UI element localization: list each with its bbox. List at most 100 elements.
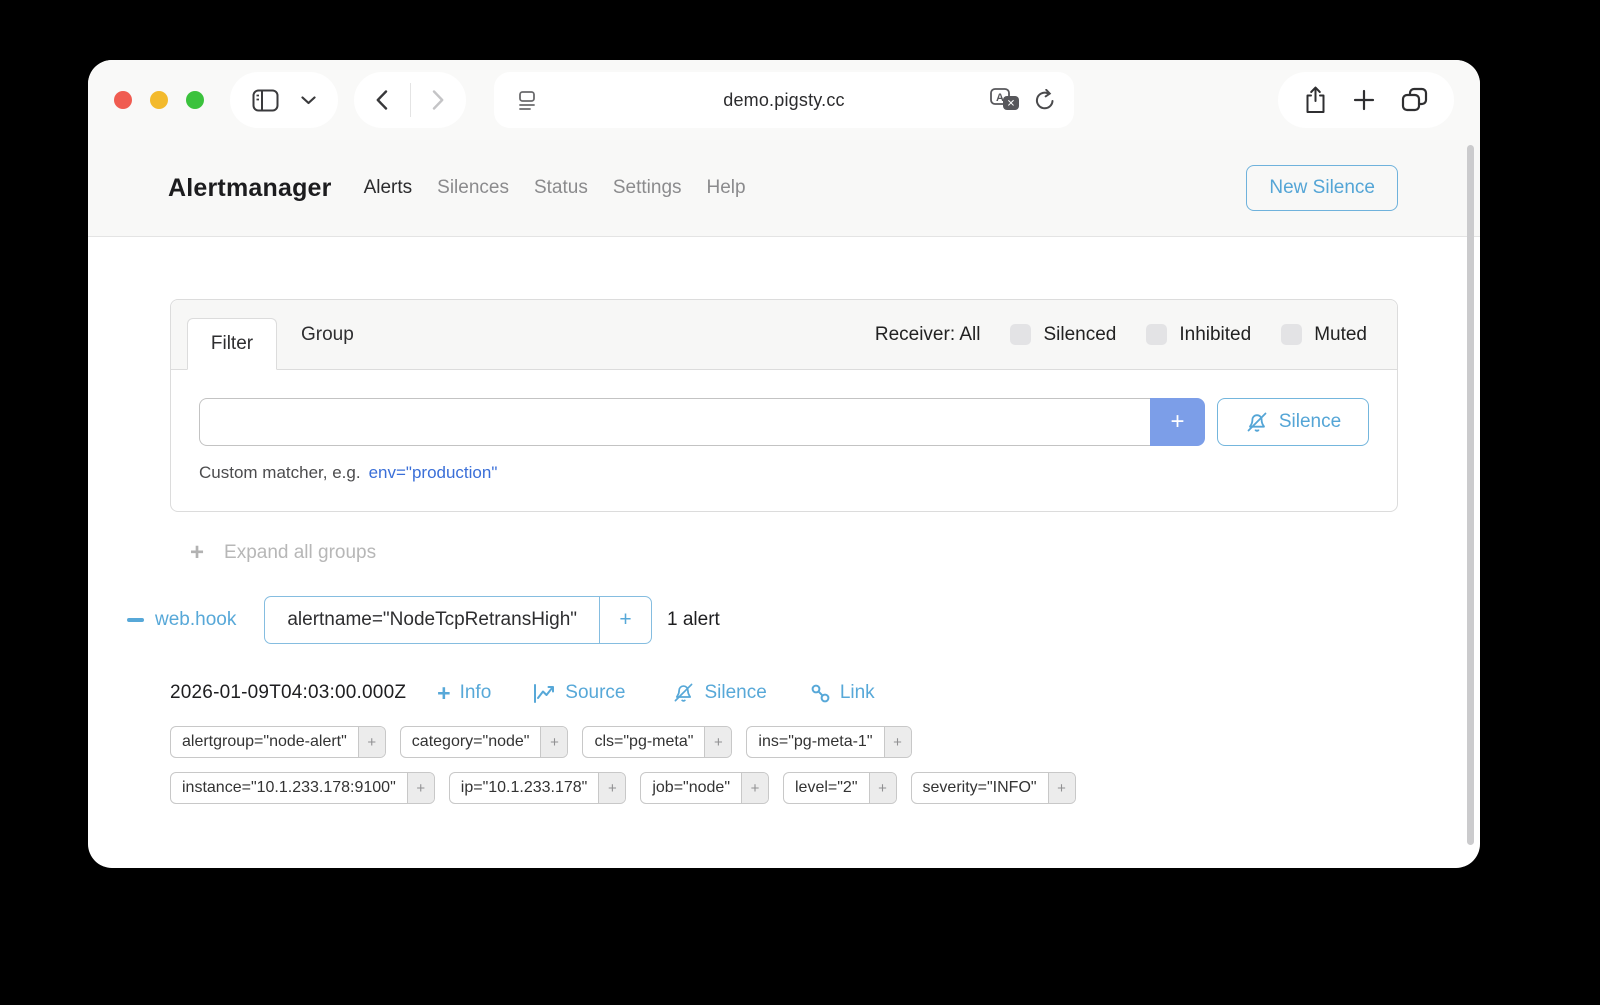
toolbar-divider [410, 83, 411, 117]
label-add-button[interactable]: + [1048, 773, 1075, 803]
checkbox-muted[interactable]: Muted [1281, 324, 1367, 346]
matcher-example-link[interactable]: env="production" [369, 463, 498, 482]
silence-filter-button[interactable]: Silence [1217, 398, 1369, 446]
inhibited-label: Inhibited [1179, 324, 1251, 346]
alert-timestamp: 2026-01-09T04:03:00.000Z [170, 682, 406, 704]
filter-options: Receiver: All Silenced Inhibited Muted [875, 324, 1367, 346]
new-tab-icon[interactable] [1353, 89, 1375, 111]
browser-toolbar: demo.pigsty.cc A ✕ [88, 60, 1480, 140]
source-label: Source [565, 682, 625, 704]
inhibited-checkbox[interactable] [1146, 324, 1167, 345]
address-bar-tools: A ✕ [990, 88, 1056, 113]
new-silence-button[interactable]: New Silence [1246, 165, 1398, 211]
receiver-label[interactable]: Receiver: All [875, 324, 981, 346]
page-format-icon[interactable] [516, 89, 538, 111]
nav-status[interactable]: Status [534, 177, 588, 199]
checkbox-silenced[interactable]: Silenced [1010, 324, 1116, 346]
translate-icon[interactable]: A ✕ [990, 88, 1022, 113]
silenced-checkbox[interactable] [1010, 324, 1031, 345]
label-text: category="node" [401, 727, 541, 757]
source-button[interactable]: Source [533, 682, 625, 704]
silence-alert-button[interactable]: Silence [672, 682, 766, 704]
matcher-input[interactable] [199, 398, 1150, 446]
link-icon [810, 683, 831, 704]
group-matcher-text: alertname="NodeTcpRetransHigh" [265, 597, 599, 643]
svg-text:✕: ✕ [1007, 99, 1015, 110]
tab-group[interactable]: Group [301, 324, 354, 346]
alert-header-row: 2026-01-09T04:03:00.000Z + Info Source [170, 682, 1480, 704]
expand-all-label: Expand all groups [224, 542, 376, 564]
label-text: job="node" [641, 773, 741, 803]
app-title: Alertmanager [168, 174, 332, 203]
label-add-button[interactable]: + [358, 727, 385, 757]
label-chip: severity="INFO" + [911, 772, 1076, 804]
bell-slash-icon [1245, 412, 1269, 433]
page-scrollbar[interactable] [1467, 145, 1474, 845]
label-add-button[interactable]: + [540, 727, 567, 757]
expand-plus-icon: + [190, 543, 204, 563]
matcher-helper: Custom matcher, e.g. env="production" [199, 463, 1369, 483]
matcher-input-row: + Silence [199, 398, 1369, 446]
label-chip: alertgroup="node-alert" + [170, 726, 386, 758]
minimize-window-button[interactable] [150, 91, 168, 109]
label-add-button[interactable]: + [598, 773, 625, 803]
group-matcher-add-button[interactable]: + [599, 597, 651, 643]
filter-card-header: Filter Group Receiver: All Silenced Inhi… [171, 300, 1397, 370]
collapse-group-icon[interactable] [127, 618, 144, 622]
muted-checkbox[interactable] [1281, 324, 1302, 345]
label-text: severity="INFO" [912, 773, 1048, 803]
label-add-button[interactable]: + [884, 727, 911, 757]
sidebar-toggle-icon[interactable] [252, 89, 279, 112]
label-add-button[interactable]: + [741, 773, 768, 803]
sidebar-controls [230, 72, 338, 128]
url-text[interactable]: demo.pigsty.cc [723, 90, 845, 111]
close-window-button[interactable] [114, 91, 132, 109]
label-add-button[interactable]: + [704, 727, 731, 757]
zoom-window-button[interactable] [186, 91, 204, 109]
label-text: ip="10.1.233.178" [450, 773, 599, 803]
tab-filter[interactable]: Filter [187, 318, 277, 370]
forward-icon[interactable] [432, 90, 444, 110]
label-chip: ins="pg-meta-1" + [746, 726, 911, 758]
label-text: instance="10.1.233.178:9100" [171, 773, 407, 803]
window-controls [114, 91, 204, 109]
chart-line-icon [533, 683, 556, 704]
nav-silences[interactable]: Silences [437, 177, 509, 199]
expand-all-groups[interactable]: + Expand all groups [190, 542, 1480, 564]
label-add-button[interactable]: + [407, 773, 434, 803]
svg-text:A: A [996, 92, 1004, 104]
muted-label: Muted [1314, 324, 1367, 346]
info-label: Info [460, 682, 492, 704]
reload-icon[interactable] [1034, 89, 1056, 112]
toolbar-right-tools [1278, 72, 1454, 128]
silence-alert-label: Silence [704, 682, 766, 704]
label-chip: job="node" + [640, 772, 769, 804]
back-icon[interactable] [376, 90, 388, 110]
share-icon[interactable] [1304, 86, 1327, 114]
label-chip: cls="pg-meta" + [582, 726, 732, 758]
info-button[interactable]: + Info [437, 682, 491, 704]
alert-block: 2026-01-09T04:03:00.000Z + Info Source [170, 682, 1480, 804]
label-chip: level="2" + [783, 772, 897, 804]
link-button[interactable]: Link [810, 682, 875, 704]
add-matcher-button[interactable]: + [1150, 398, 1205, 446]
address-bar[interactable]: demo.pigsty.cc A ✕ [494, 72, 1074, 128]
tab-overview-icon[interactable] [1401, 87, 1428, 113]
link-label: Link [840, 682, 875, 704]
main-nav: Alerts Silences Status Settings Help [364, 177, 746, 199]
nav-alerts[interactable]: Alerts [364, 177, 413, 199]
nav-settings[interactable]: Settings [613, 177, 682, 199]
silenced-label: Silenced [1043, 324, 1116, 346]
checkbox-inhibited[interactable]: Inhibited [1146, 324, 1251, 346]
matcher-helper-text: Custom matcher, e.g. [199, 463, 361, 482]
chevron-down-icon[interactable] [301, 96, 316, 105]
bell-slash-icon [672, 683, 695, 703]
group-receiver-link[interactable]: web.hook [155, 609, 236, 631]
filter-card: Filter Group Receiver: All Silenced Inhi… [170, 299, 1398, 512]
browser-window: demo.pigsty.cc A ✕ [88, 60, 1480, 868]
nav-help[interactable]: Help [707, 177, 746, 199]
label-chip: category="node" + [400, 726, 569, 758]
label-add-button[interactable]: + [869, 773, 896, 803]
plus-icon: + [437, 684, 450, 702]
silence-filter-label: Silence [1279, 411, 1341, 433]
